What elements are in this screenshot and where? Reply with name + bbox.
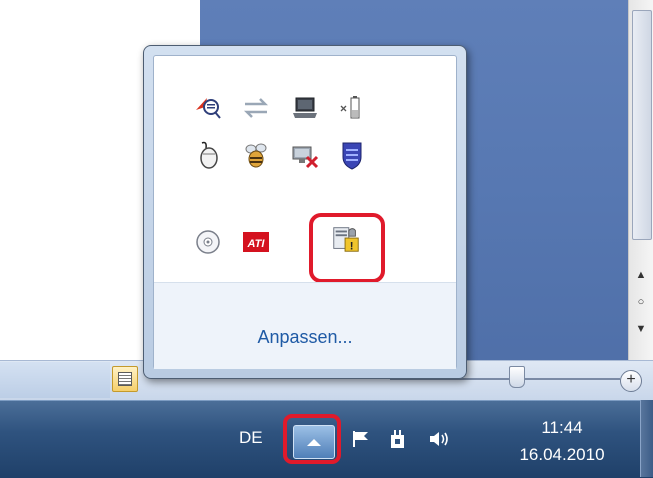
customize-link[interactable]: Anpassen... — [154, 327, 456, 348]
highlight-marker — [309, 213, 385, 283]
network-transfer-icon[interactable] — [240, 92, 272, 124]
browse-object-icon[interactable]: ○ — [633, 295, 649, 309]
zoom-in-button[interactable]: + — [620, 370, 642, 392]
bee-icon[interactable] — [240, 139, 272, 171]
vertical-scrollbar[interactable]: ▲ ○ ▼ — [628, 0, 653, 372]
messenger-icon[interactable] — [192, 92, 224, 124]
next-page-icon[interactable]: ▼ — [633, 322, 649, 336]
popup-icon-area: ATI ! Anpassen... — [153, 55, 457, 369]
network-disconnected-icon[interactable] — [289, 139, 321, 171]
status-bar-left — [0, 362, 110, 398]
popup-footer: Anpassen... — [154, 282, 456, 369]
shield-icon[interactable] — [336, 139, 368, 171]
highlight-marker — [283, 414, 341, 464]
action-center-flag-icon[interactable] — [350, 429, 372, 454]
battery-icon[interactable] — [336, 92, 368, 124]
clock-date[interactable]: 16.04.2010 — [498, 445, 626, 465]
prev-page-icon[interactable]: ▲ — [633, 268, 649, 282]
volume-icon[interactable] — [428, 429, 452, 454]
scrollbar-thumb[interactable] — [632, 10, 652, 240]
mouse-icon[interactable] — [192, 139, 224, 171]
clock-time[interactable]: 11:44 — [527, 418, 597, 438]
power-plug-icon[interactable] — [387, 429, 409, 456]
zoom-slider-thumb[interactable] — [509, 366, 525, 388]
page-layout-icon — [118, 372, 132, 386]
laptop-icon[interactable] — [289, 92, 321, 124]
language-indicator[interactable]: DE — [239, 428, 263, 448]
disc-icon[interactable] — [192, 226, 224, 258]
ati-icon[interactable]: ATI — [240, 226, 272, 258]
notification-overflow-popup: ATI ! Anpassen... — [143, 45, 467, 379]
print-layout-button[interactable] — [112, 366, 138, 392]
svg-text:ATI: ATI — [247, 238, 266, 250]
show-desktop-button[interactable] — [640, 400, 653, 477]
